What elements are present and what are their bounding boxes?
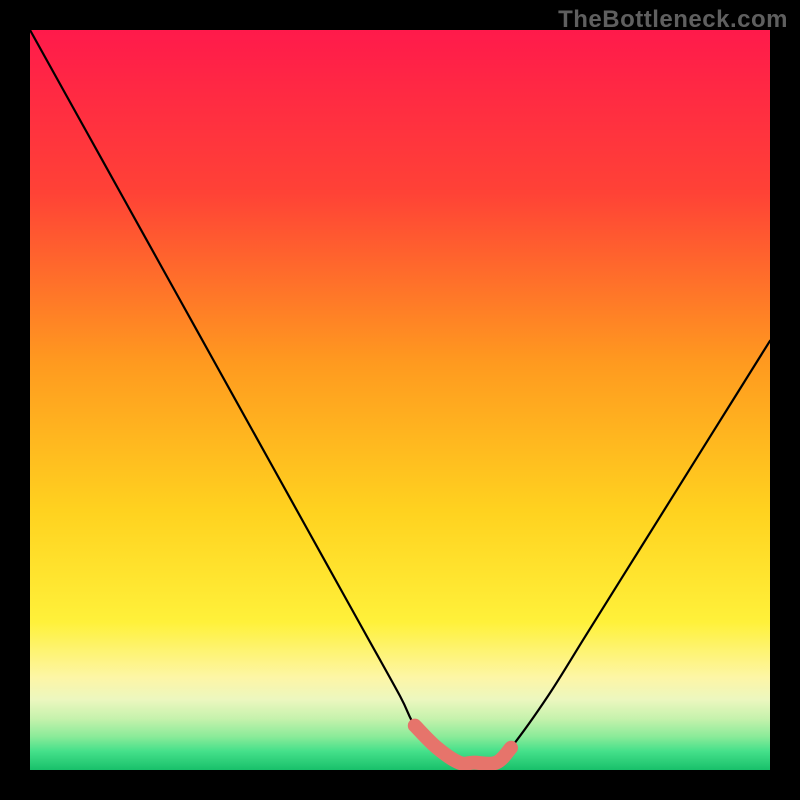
sweet-spot-highlight [415, 726, 511, 764]
chart-frame: TheBottleneck.com [0, 0, 800, 800]
watermark-text: TheBottleneck.com [558, 6, 788, 34]
bottleneck-curve [30, 30, 770, 764]
curve-layer [30, 30, 770, 770]
plot-area [30, 30, 770, 770]
